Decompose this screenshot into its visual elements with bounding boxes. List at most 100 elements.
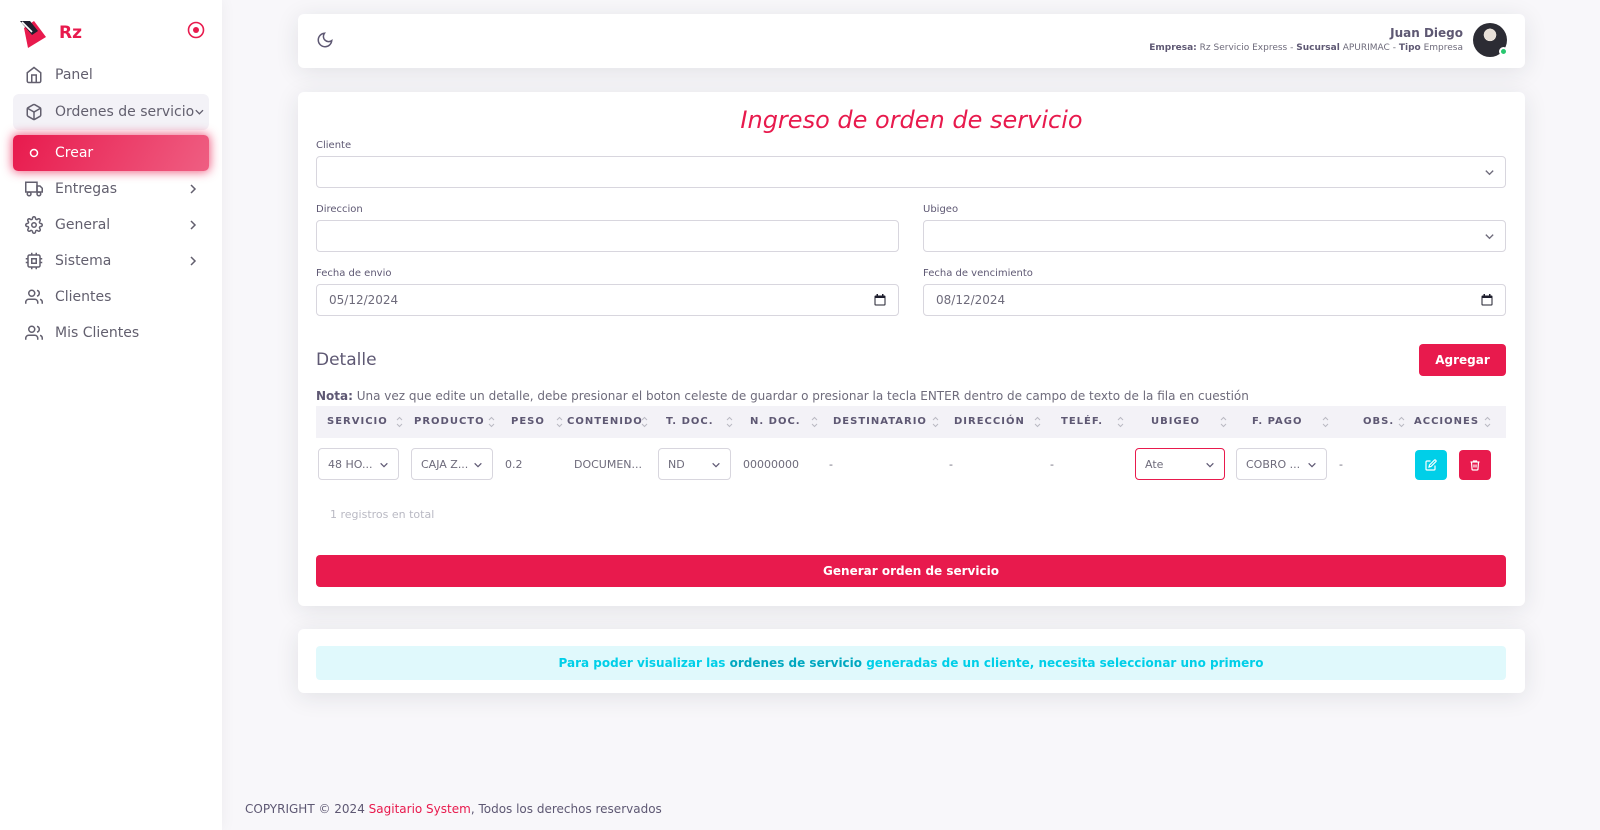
fecha-envio-input[interactable]: 05/12/2024 xyxy=(316,284,899,316)
service-order-card: Ingreso de orden de servicio Cliente Dir… xyxy=(298,92,1525,606)
moon-icon[interactable] xyxy=(316,31,334,49)
sidebar-item-crear[interactable]: Crear xyxy=(13,135,209,171)
sucursal-value: APURIMAC xyxy=(1342,43,1390,53)
sidebar-item-clientes[interactable]: Clientes xyxy=(13,279,209,315)
contenido-cell[interactable]: DOCUMEN... xyxy=(574,458,642,471)
generate-order-button[interactable]: Generar orden de servicio xyxy=(316,555,1506,587)
separator: - xyxy=(1290,43,1294,53)
sidebar-item-label: Mis Clientes xyxy=(55,325,140,341)
peso-cell[interactable]: 0.2 xyxy=(505,458,523,471)
separator: - xyxy=(1392,43,1396,53)
sidebar-item-ordenes[interactable]: Ordenes de servicio xyxy=(13,94,209,130)
note-label: Nota: xyxy=(316,389,353,403)
sort-icon[interactable] xyxy=(1322,416,1329,428)
alert-text-strong: ordenes de servicio xyxy=(729,656,863,670)
sort-icon[interactable] xyxy=(1034,416,1041,428)
sort-icon[interactable] xyxy=(726,416,733,428)
sort-icon[interactable] xyxy=(1484,416,1491,428)
orders-info-card: Para poder visualizar las ordenes de ser… xyxy=(298,629,1525,693)
column-header[interactable]: PESO xyxy=(511,406,545,438)
sort-icon[interactable] xyxy=(932,416,939,428)
chevron-right-icon xyxy=(190,184,197,194)
info-alert: Para poder visualizar las ordenes de ser… xyxy=(316,646,1506,680)
chevron-down-icon xyxy=(195,109,204,115)
ubigeo-select[interactable] xyxy=(923,220,1506,252)
tipo-doc-select[interactable]: ND xyxy=(658,448,731,480)
sidebar-item-label: Sistema xyxy=(55,253,112,269)
page-title: Ingreso de orden de servicio xyxy=(740,106,1083,134)
chevron-down-icon xyxy=(1206,462,1214,468)
home-icon xyxy=(26,66,42,84)
fecha-vencimiento-label: Fecha de vencimiento xyxy=(923,268,1033,279)
sort-icon[interactable] xyxy=(1117,416,1124,428)
sidebar-item-sistema[interactable]: Sistema xyxy=(13,243,209,279)
tipo-value: Empresa xyxy=(1423,43,1463,53)
sort-icon[interactable] xyxy=(641,416,648,428)
direccion-input[interactable] xyxy=(316,220,899,252)
producto-select[interactable]: CAJA Z... xyxy=(411,448,493,480)
column-header[interactable]: UBIGEO xyxy=(1151,406,1200,438)
chevron-down-icon xyxy=(1308,462,1316,468)
circle-icon xyxy=(29,148,39,158)
edit-icon xyxy=(1425,459,1437,471)
fecha-envio-value: 05/12/2024 xyxy=(329,293,399,307)
sidebar-item-entregas[interactable]: Entregas xyxy=(13,171,209,207)
sort-icon[interactable] xyxy=(396,416,403,428)
sidebar-item-mis-clientes[interactable]: Mis Clientes xyxy=(13,315,209,351)
direccion-cell[interactable]: - xyxy=(949,458,953,471)
footer-brand-link[interactable]: Sagitario System xyxy=(369,802,471,816)
column-header[interactable]: PRODUCTO xyxy=(414,406,485,438)
truck-icon xyxy=(25,181,43,197)
sidebar-item-label: Ordenes de servicio xyxy=(55,104,195,120)
avatar[interactable] xyxy=(1473,23,1508,57)
sort-icon[interactable] xyxy=(488,416,495,428)
telefono-cell[interactable]: - xyxy=(1050,458,1054,471)
column-header[interactable]: N. DOC. xyxy=(750,406,801,438)
num-doc-cell[interactable]: 00000000 xyxy=(743,458,799,471)
column-header[interactable]: T. DOC. xyxy=(666,406,714,438)
column-header[interactable]: F. PAGO xyxy=(1252,406,1303,438)
tipo-doc-value: ND xyxy=(668,457,685,471)
sort-icon[interactable] xyxy=(811,416,818,428)
column-header[interactable]: DIRECCIÓN xyxy=(954,406,1025,438)
sort-icon[interactable] xyxy=(1398,416,1405,428)
column-header[interactable]: SERVICIO xyxy=(327,406,388,438)
calendar-icon[interactable] xyxy=(1481,294,1493,306)
fecha-vencimiento-input[interactable]: 08/12/2024 xyxy=(923,284,1506,316)
obs-cell[interactable]: - xyxy=(1339,458,1343,471)
forma-pago-select[interactable]: COBRO ... xyxy=(1236,448,1327,480)
sidebar-item-panel[interactable]: Panel xyxy=(13,57,209,93)
user-info: Empresa: Rz Servicio Express - Sucursal … xyxy=(1149,43,1463,53)
cliente-select[interactable] xyxy=(316,156,1506,188)
user-name[interactable]: Juan Diego xyxy=(1390,26,1463,40)
sidebar-item-general[interactable]: General xyxy=(13,207,209,243)
online-status-dot xyxy=(1499,47,1508,56)
brand[interactable]: Rz xyxy=(18,18,82,48)
column-header[interactable]: OBS. xyxy=(1363,406,1394,438)
sucursal-label: Sucursal xyxy=(1296,43,1340,53)
destinatario-cell[interactable]: - xyxy=(829,458,833,471)
sidebar: Rz Panel Ordenes de servicio Crear Entre… xyxy=(0,0,222,830)
sidebar-toggle-icon[interactable] xyxy=(187,21,205,39)
servicio-select[interactable]: 48 HO... xyxy=(318,448,399,480)
chevron-down-icon xyxy=(712,462,720,468)
column-header[interactable]: TELÉF. xyxy=(1061,406,1103,438)
delete-row-button[interactable] xyxy=(1459,450,1491,480)
ubigeo-label: Ubigeo xyxy=(923,204,959,215)
sidebar-item-label: Panel xyxy=(55,67,93,83)
agregar-button[interactable]: Agregar xyxy=(1419,344,1506,376)
chevron-down-icon xyxy=(1485,170,1494,176)
ubigeo-row-select[interactable]: Ate xyxy=(1135,448,1225,480)
fecha-vencimiento-value: 08/12/2024 xyxy=(936,293,1006,307)
calendar-icon[interactable] xyxy=(874,294,886,306)
sort-icon[interactable] xyxy=(556,416,563,428)
brand-name: Rz xyxy=(59,23,82,43)
servicio-value: 48 HO... xyxy=(328,457,373,471)
sidebar-item-label: Entregas xyxy=(55,181,118,197)
sort-icon[interactable] xyxy=(1220,416,1227,428)
column-header[interactable]: CONTENIDO xyxy=(567,406,643,438)
empresa-value: Rz Servicio Express xyxy=(1199,43,1288,53)
detalle-title: Detalle xyxy=(316,350,377,370)
column-header[interactable]: DESTINATARIO xyxy=(833,406,927,438)
save-row-button[interactable] xyxy=(1415,450,1447,480)
